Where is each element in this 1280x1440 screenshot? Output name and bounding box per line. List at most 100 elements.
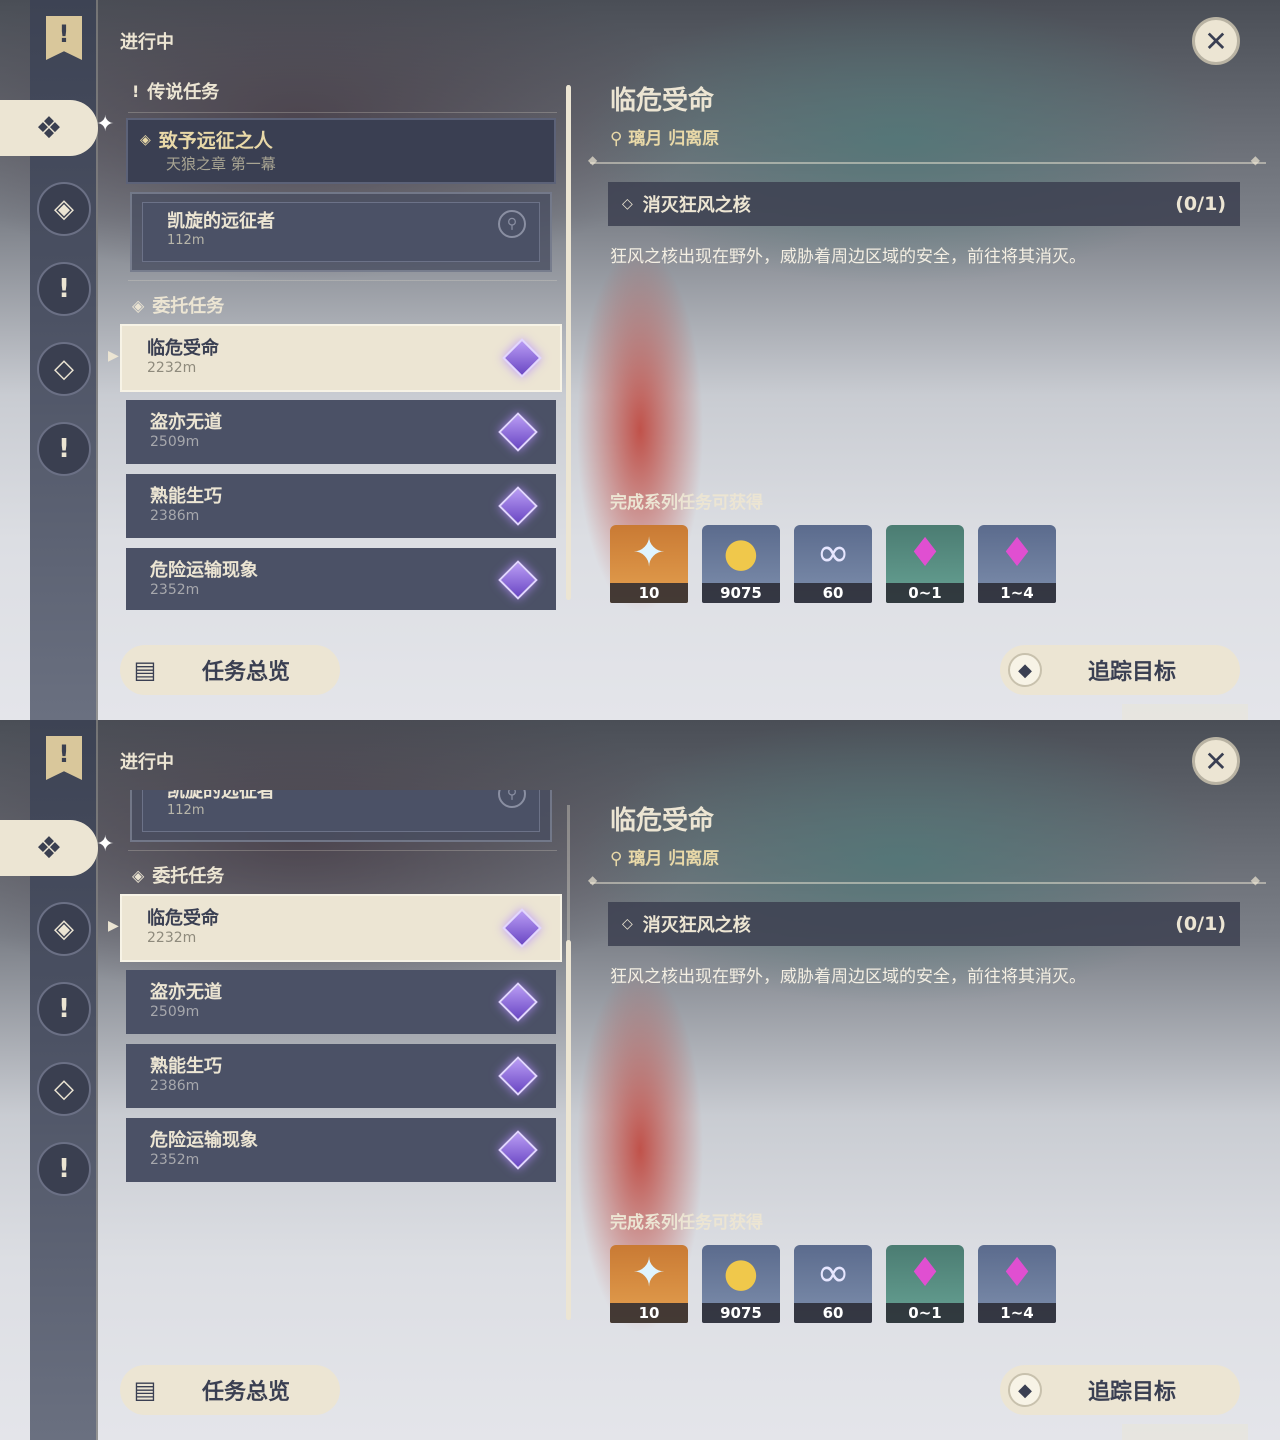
objective-text: 消灭狂风之核 bbox=[642, 915, 751, 936]
reward-count: 1~4 bbox=[978, 583, 1056, 603]
reward-count: 9075 bbox=[702, 583, 780, 603]
nav-commission-active[interactable]: ❖ bbox=[0, 820, 98, 876]
reward-count: 1~4 bbox=[978, 1303, 1056, 1323]
mora-icon: ● bbox=[723, 530, 759, 576]
primogem-icon: ✦ bbox=[632, 1250, 666, 1296]
commission-small-icon: ◈ bbox=[132, 865, 145, 885]
nav-other-icon[interactable]: ! bbox=[37, 1142, 91, 1196]
quest-overview-button[interactable]: ▤ 任务总览 bbox=[120, 1365, 340, 1415]
legend-quest-card[interactable]: ◈ 致予远征之人 天狼之章 第一幕 bbox=[126, 118, 556, 184]
commission-item[interactable]: 危险运输现象 2352m bbox=[126, 1118, 556, 1182]
commission-distance: 2509m bbox=[150, 434, 200, 450]
track-label: 追踪目标 bbox=[1088, 1380, 1177, 1405]
status-title: 进行中 bbox=[120, 32, 174, 53]
divider bbox=[588, 873, 1266, 887]
divider bbox=[128, 280, 557, 281]
reward-item[interactable]: ♦ 1~4 bbox=[978, 525, 1056, 603]
objective-bar: ◇ 消灭狂风之核 (0/1) bbox=[608, 182, 1240, 226]
reward-count: 10 bbox=[610, 583, 688, 603]
reward-item[interactable]: ✦ 10 bbox=[610, 1245, 688, 1323]
objective-diamond-icon: ◇ bbox=[622, 196, 633, 212]
commission-small-icon: ◈ bbox=[132, 295, 145, 315]
reward-item[interactable]: ∞ 60 bbox=[794, 1245, 872, 1323]
legend-quest-title: 致予远征之人 bbox=[158, 130, 273, 152]
bottom-strip bbox=[1122, 704, 1248, 720]
objective-text: 消灭狂风之核 bbox=[642, 195, 751, 216]
quest-step-card[interactable]: 凯旋的远征者 112m ⚲ bbox=[130, 790, 552, 842]
commission-star-icon bbox=[498, 1130, 538, 1170]
commission-item[interactable]: 熟能生巧 2386m bbox=[126, 1044, 556, 1108]
selected-arrow-icon: ▶ bbox=[108, 918, 119, 934]
detail-description: 狂风之核出现在野外，威胁着周边区域的安全，前往将其消灭。 bbox=[610, 967, 1086, 987]
track-button[interactable]: ◆ 追踪目标 bbox=[1000, 1365, 1240, 1415]
reward-count: 60 bbox=[794, 583, 872, 603]
nav-archon-icon[interactable]: ◈ bbox=[37, 182, 91, 236]
commission-distance: 2232m bbox=[147, 360, 197, 376]
commission-icon: ❖ bbox=[35, 830, 63, 866]
commission-name: 临危受命 bbox=[147, 908, 219, 929]
track-label: 追踪目标 bbox=[1088, 660, 1177, 685]
commission-name: 熟能生巧 bbox=[150, 486, 222, 507]
nav-archon-icon[interactable]: ◈ bbox=[37, 902, 91, 956]
commission-distance: 2352m bbox=[150, 582, 200, 598]
sparkle-icon: ✦ bbox=[96, 832, 115, 857]
primogem-icon: ✦ bbox=[632, 530, 666, 576]
quest-panel-top: ◈ ! ◇ ! ! ❖ ✦ 进行中 ! 传说任务 ◈ 致予远征之人 天狼之章 第一… bbox=[0, 0, 1280, 720]
quest-step-name: 凯旋的远征者 bbox=[167, 790, 275, 802]
quest-list: ! 传说任务 ◈ 致予远征之人 天狼之章 第一幕 凯旋的远征者 112m ⚲ ◈ … bbox=[120, 70, 565, 610]
detail-description: 狂风之核出现在野外，威胁着周边区域的安全，前往将其消灭。 bbox=[610, 247, 1086, 267]
objective-bar: ◇ 消灭狂风之核 (0/1) bbox=[608, 902, 1240, 946]
commission-item[interactable]: 临危受命 2232m bbox=[120, 324, 562, 392]
commission-section-label: 委托任务 bbox=[152, 296, 225, 317]
scroll-thumb[interactable] bbox=[566, 940, 571, 1320]
reward-count: 9075 bbox=[702, 1303, 780, 1323]
nav-other-icon[interactable]: ! bbox=[37, 422, 91, 476]
reward-count: 10 bbox=[610, 1303, 688, 1323]
quest-step-card[interactable]: 凯旋的远征者 112m ⚲ bbox=[130, 192, 552, 272]
adventure-exp-icon: ∞ bbox=[816, 1250, 850, 1296]
reward-item[interactable]: ∞ 60 bbox=[794, 525, 872, 603]
selected-arrow-icon: ▶ bbox=[108, 348, 119, 364]
reward-item[interactable]: ♦ 1~4 bbox=[978, 1245, 1056, 1323]
nav-story-icon[interactable]: ! bbox=[37, 262, 91, 316]
location-icon: ⚲ bbox=[610, 849, 623, 869]
reward-item[interactable]: ● 9075 bbox=[702, 525, 780, 603]
scroll-thumb[interactable] bbox=[566, 85, 571, 600]
close-button[interactable]: ✕ bbox=[1192, 17, 1240, 65]
nav-commission-active[interactable]: ❖ bbox=[0, 100, 98, 156]
nav-world-icon[interactable]: ◇ bbox=[37, 342, 91, 396]
reward-title: 完成系列任务可获得 bbox=[610, 493, 763, 513]
reward-item[interactable]: ♦ 0~1 bbox=[886, 525, 964, 603]
commission-section-header: ◈ 委托任务 bbox=[132, 292, 224, 318]
quest-overview-label: 任务总览 bbox=[202, 660, 291, 685]
quest-book-icon: ▤ bbox=[133, 1376, 157, 1404]
detail-location-text: 璃月 归离原 bbox=[628, 129, 720, 149]
commission-icon: ❖ bbox=[35, 110, 63, 146]
reward-title: 完成系列任务可获得 bbox=[610, 1213, 763, 1233]
reward-item[interactable]: ✦ 10 bbox=[610, 525, 688, 603]
crystal-icon: ♦ bbox=[907, 530, 943, 576]
bottom-strip bbox=[1122, 1424, 1248, 1440]
commission-item[interactable]: 熟能生巧 2386m bbox=[126, 474, 556, 538]
nav-story-icon[interactable]: ! bbox=[37, 982, 91, 1036]
quest-book-icon: ▤ bbox=[133, 656, 157, 684]
commission-item[interactable]: 盗亦无道 2509m bbox=[126, 970, 556, 1034]
nav-world-icon[interactable]: ◇ bbox=[37, 1062, 91, 1116]
location-pin-icon[interactable]: ⚲ bbox=[498, 210, 526, 238]
quest-overview-button[interactable]: ▤ 任务总览 bbox=[120, 645, 340, 695]
crystal-icon: ♦ bbox=[907, 1250, 943, 1296]
commission-star-icon bbox=[498, 412, 538, 452]
commission-distance: 2232m bbox=[147, 930, 197, 946]
detail-location: ⚲ 璃月 归离原 bbox=[610, 124, 719, 149]
track-diamond-icon: ◆ bbox=[1008, 653, 1042, 687]
divider bbox=[128, 112, 557, 113]
commission-item[interactable]: 盗亦无道 2509m bbox=[126, 400, 556, 464]
objective-progress: (0/1) bbox=[1175, 913, 1226, 935]
track-button[interactable]: ◆ 追踪目标 bbox=[1000, 645, 1240, 695]
commission-item[interactable]: 临危受命 2232m bbox=[120, 894, 562, 962]
reward-item[interactable]: ● 9075 bbox=[702, 1245, 780, 1323]
commission-name: 临危受命 bbox=[147, 338, 219, 359]
reward-item[interactable]: ♦ 0~1 bbox=[886, 1245, 964, 1323]
close-button[interactable]: ✕ bbox=[1192, 737, 1240, 785]
commission-item[interactable]: 危险运输现象 2352m bbox=[126, 548, 556, 610]
